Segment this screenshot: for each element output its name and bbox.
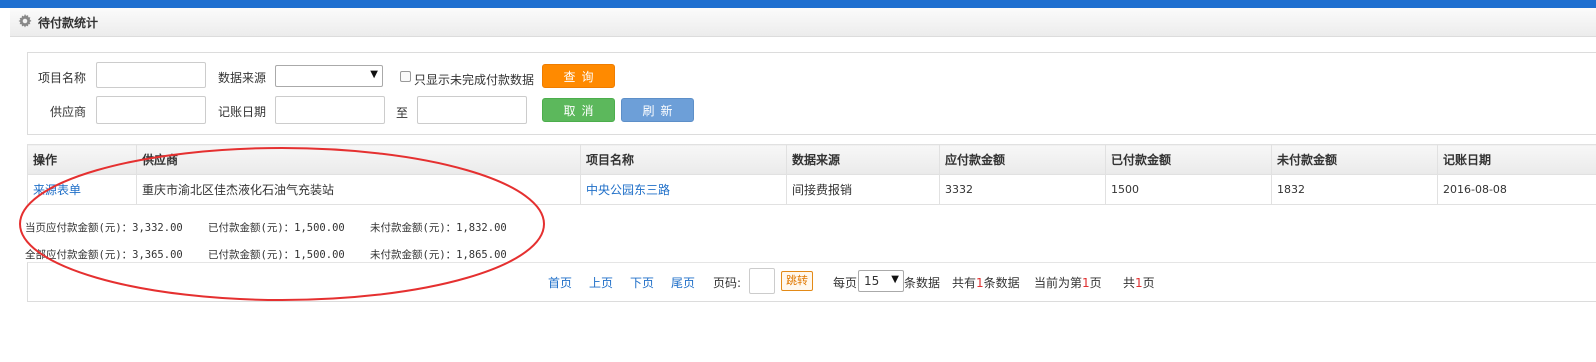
date-label: 记账日期 — [218, 105, 267, 119]
total-records-count: 1 — [976, 276, 984, 290]
source-form-link[interactable]: 来源表单 — [33, 183, 81, 197]
header-project-name[interactable]: 项目名称 — [580, 144, 787, 175]
cancel-button[interactable]: 取消 — [542, 98, 615, 122]
per-page-suffix: 条数据 — [904, 276, 941, 290]
per-page-select[interactable]: 15 ▼ — [858, 270, 904, 292]
total-records-prefix: 共有 — [952, 276, 977, 290]
current-page-number: 1 — [1082, 276, 1090, 290]
header-posting-date[interactable]: 记账日期 — [1437, 144, 1596, 175]
project-name-link[interactable]: 中央公园东三路 — [586, 183, 670, 197]
chevron-down-icon: ▼ — [370, 69, 378, 80]
date-end-input[interactable] — [417, 96, 527, 124]
header-unpaid-amount[interactable]: 未付款金额 — [1271, 144, 1438, 175]
paid-amount-cell: 1500 — [1105, 174, 1272, 205]
payable-amount-cell: 3332 — [939, 174, 1106, 205]
payment-table: 操作 供应商 项目名称 数据来源 应付款金额 已付款金额 未付款金额 记账日期 … — [27, 144, 1596, 205]
project-name-label: 项目名称 — [38, 71, 87, 85]
page-number-label: 页码: — [713, 276, 742, 290]
table-header-row: 操作 供应商 项目名称 数据来源 应付款金额 已付款金额 未付款金额 记账日期 — [27, 144, 1596, 175]
supplier-input[interactable] — [96, 96, 206, 124]
total-pages: 共1页 — [1123, 274, 1155, 291]
total-pages-suffix: 页 — [1142, 276, 1155, 290]
chevron-down-icon: ▼ — [891, 274, 899, 285]
project-name-input[interactable] — [96, 62, 206, 88]
panel-header: 待付款统计 — [10, 8, 1596, 37]
date-start-input[interactable] — [275, 96, 385, 124]
posting-date-cell: 2016-08-08 — [1437, 174, 1596, 205]
total-records: 共有1条数据 — [952, 274, 1020, 291]
refresh-button[interactable]: 刷新 — [621, 98, 694, 122]
page-number-input[interactable] — [749, 268, 775, 294]
current-page-prefix: 当前为第 — [1034, 276, 1083, 290]
header-data-source[interactable]: 数据来源 — [786, 144, 940, 175]
total-summary: 全部应付款金额(元)：3,365.00 已付款金额(元)：1,500.00 未付… — [25, 249, 507, 261]
page-title: 待付款统计 — [38, 16, 99, 30]
jump-button[interactable]: 跳转 — [781, 271, 813, 291]
header-action[interactable]: 操作 — [27, 144, 137, 175]
supplier-label: 供应商 — [50, 105, 87, 119]
data-source-label: 数据来源 — [218, 71, 267, 85]
total-pages-count: 1 — [1135, 276, 1143, 290]
unpaid-amount-cell: 1832 — [1271, 174, 1438, 205]
data-source-select[interactable]: ▼ — [275, 65, 383, 87]
only-unfinished-label: 只显示未完成付款数据 — [414, 73, 535, 87]
table-row: 来源表单 重庆市渝北区佳杰液化石油气充装站 中央公园东三路 间接费报销 3332… — [27, 174, 1596, 205]
header-paid-amount[interactable]: 已付款金额 — [1105, 144, 1272, 175]
filter-panel — [27, 52, 1596, 135]
date-to-label: 至 — [396, 106, 409, 120]
supplier-cell: 重庆市渝北区佳杰液化石油气充装站 — [136, 174, 581, 205]
data-source-cell: 间接费报销 — [786, 174, 940, 205]
query-button[interactable]: 查询 — [542, 64, 615, 88]
pager-last-link[interactable]: 尾页 — [671, 274, 695, 291]
pager-next-link[interactable]: 下页 — [630, 274, 654, 291]
total-records-suffix: 条数据 — [983, 276, 1020, 290]
gear-icon — [18, 14, 32, 28]
current-page-suffix: 页 — [1089, 276, 1102, 290]
pager-prev-link[interactable]: 上页 — [589, 274, 613, 291]
header-supplier[interactable]: 供应商 — [136, 144, 581, 175]
pager-first-link[interactable]: 首页 — [548, 274, 572, 291]
per-page-value: 15 — [864, 274, 880, 288]
per-page-prefix: 每页 — [833, 276, 858, 290]
only-unfinished-checkbox[interactable] — [400, 71, 411, 82]
total-pages-prefix: 共 — [1123, 276, 1136, 290]
page-summary: 当页应付款金额(元)：3,332.00 已付款金额(元)：1,500.00 未付… — [25, 222, 507, 234]
top-nav-bar — [0, 0, 1596, 8]
header-payable-amount[interactable]: 应付款金额 — [939, 144, 1106, 175]
current-page: 当前为第1页 — [1034, 274, 1102, 291]
